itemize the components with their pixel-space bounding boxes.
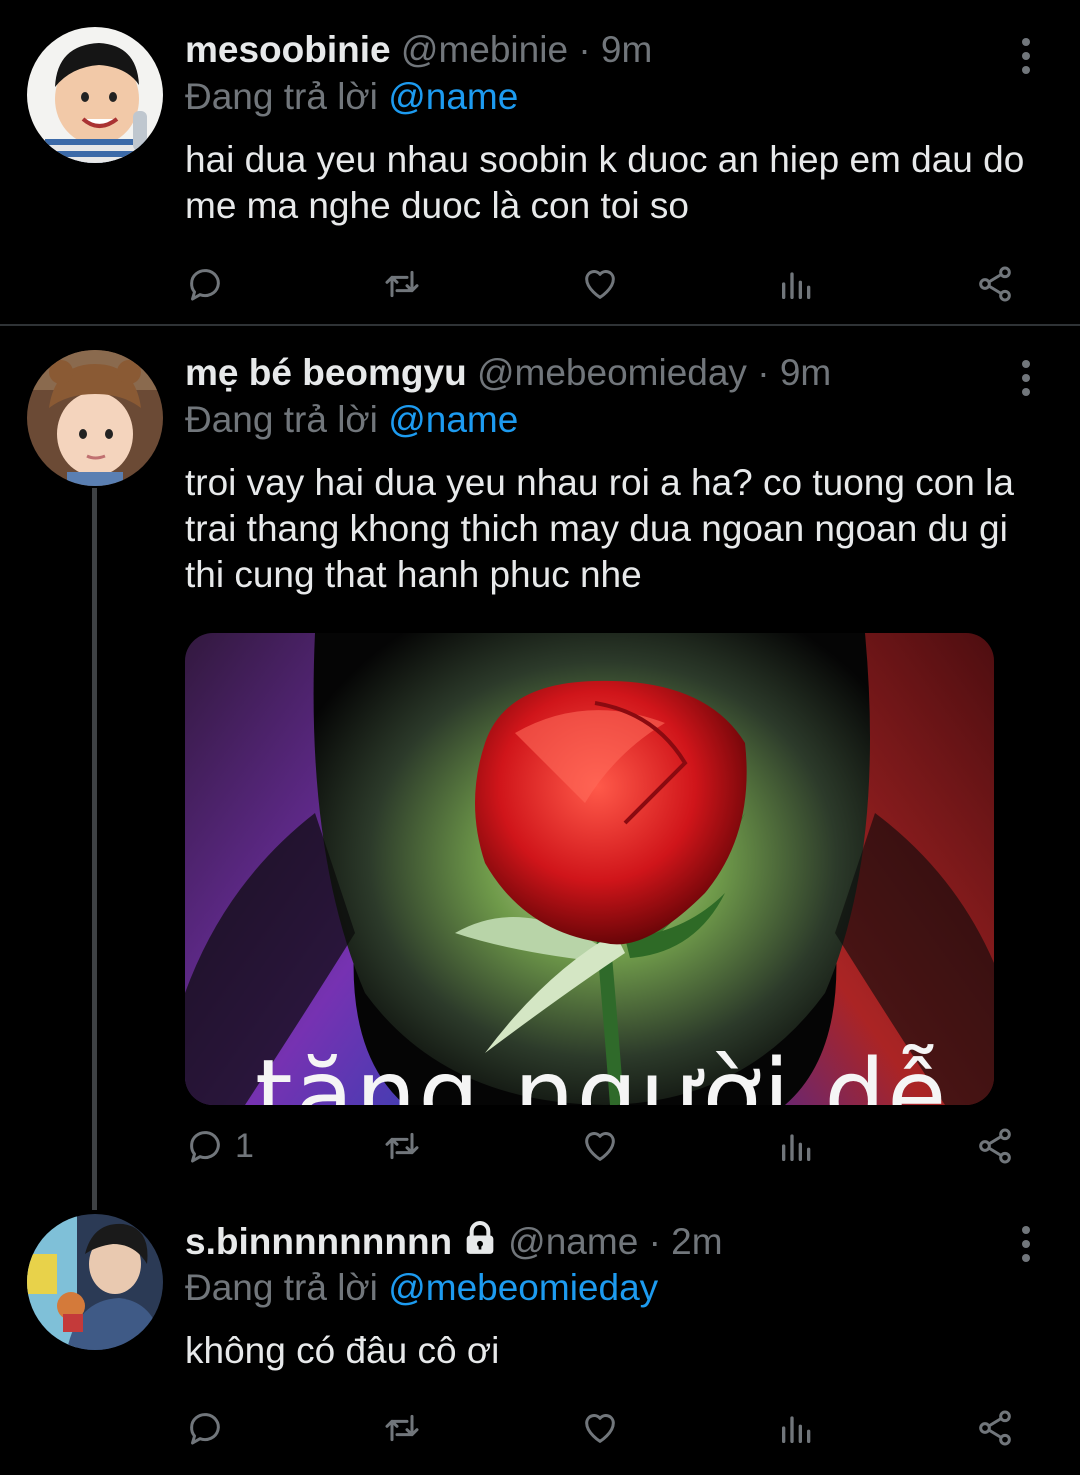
reply-button[interactable]: 1 xyxy=(185,1121,254,1171)
replying-to: Đang trả lời @name xyxy=(185,74,518,120)
heart-icon xyxy=(585,270,615,299)
avatar[interactable] xyxy=(27,350,163,486)
share-icon xyxy=(979,1128,1011,1164)
like-button[interactable] xyxy=(580,259,620,309)
retweet-button[interactable] xyxy=(382,1403,422,1453)
analytics-icon xyxy=(782,272,811,299)
reply-button[interactable] xyxy=(185,259,225,309)
analytics-icon xyxy=(782,1134,811,1161)
tweet-text: troi vay hai dua yeu nhau roi a ha? co t… xyxy=(185,462,1014,595)
tweet-image[interactable]: tặng người dễ xyxy=(185,633,994,1105)
action-bar xyxy=(185,259,1025,309)
retweet-button[interactable] xyxy=(382,1121,422,1171)
views-button[interactable] xyxy=(777,1121,817,1171)
action-bar xyxy=(185,1403,1025,1453)
heart-icon xyxy=(585,1414,615,1443)
timestamp[interactable]: 9m xyxy=(780,352,831,393)
separator: · xyxy=(648,1221,661,1262)
tweet-header: mesoobinie @mebinie · 9m xyxy=(185,27,652,73)
reply-icon xyxy=(190,1413,220,1445)
user-handle[interactable]: @name xyxy=(508,1221,638,1262)
more-icon[interactable] xyxy=(1022,38,1036,74)
avatar[interactable] xyxy=(27,27,163,163)
separator: · xyxy=(757,352,770,393)
views-button[interactable] xyxy=(777,1403,817,1453)
tweet-1[interactable]: mesoobinie @mebinie · 9m Đang trả lời @n… xyxy=(0,0,1080,326)
replying-to-label: Đang trả lời xyxy=(185,399,378,440)
views-button[interactable] xyxy=(777,259,817,309)
timestamp[interactable]: 2m xyxy=(671,1221,722,1262)
retweet-button[interactable] xyxy=(382,259,422,309)
reply-icon xyxy=(190,269,220,301)
display-name[interactable]: mesoobinie xyxy=(185,29,391,70)
like-button[interactable] xyxy=(580,1121,620,1171)
replying-to-label: Đang trả lời xyxy=(185,1267,378,1308)
display-name[interactable]: s.binnnnnnnnn xyxy=(185,1221,452,1262)
display-name[interactable]: mẹ bé beomgyu xyxy=(185,352,467,393)
reply-count: 1 xyxy=(235,1126,254,1165)
analytics-icon xyxy=(782,1416,811,1443)
share-button[interactable] xyxy=(975,1121,1015,1171)
separator: · xyxy=(578,29,591,70)
replying-to-label: Đang trả lời xyxy=(185,76,378,117)
share-button[interactable] xyxy=(975,259,1015,309)
mention-link[interactable]: @name xyxy=(388,399,518,440)
tweet-header: s.binnnnnnnnn @name · 2m xyxy=(185,1218,723,1265)
mention-link[interactable]: @name xyxy=(388,76,518,117)
heart-icon xyxy=(585,1132,615,1161)
tweet-text: không có đâu cô ơi xyxy=(185,1330,500,1371)
retweet-icon xyxy=(385,1414,419,1442)
avatar[interactable] xyxy=(27,1214,163,1350)
more-icon[interactable] xyxy=(1022,1226,1036,1262)
mention-link[interactable]: @mebeomieday xyxy=(388,1267,658,1308)
image-caption: tặng người dễ xyxy=(255,1039,949,1105)
reply-icon xyxy=(190,1131,220,1163)
timestamp[interactable]: 9m xyxy=(601,29,652,70)
share-icon xyxy=(979,266,1011,302)
tweet-header: mẹ bé beomgyu @mebeomieday · 9m xyxy=(185,350,831,396)
action-bar: 1 xyxy=(185,1121,1025,1171)
replying-to: Đang trả lời @mebeomieday xyxy=(185,1265,658,1311)
tweet-3[interactable]: s.binnnnnnnnn @name · 2m Đang trả lời @me… xyxy=(0,1196,1080,1475)
lock-icon xyxy=(466,1221,494,1254)
like-button[interactable] xyxy=(580,1403,620,1453)
replying-to: Đang trả lời @name xyxy=(185,397,518,443)
tweet-text: hai dua yeu nhau soobin k duoc an hiep e… xyxy=(185,139,1025,226)
user-handle[interactable]: @mebeomieday xyxy=(477,352,747,393)
share-icon xyxy=(979,1410,1011,1446)
more-icon[interactable] xyxy=(1022,360,1036,396)
user-handle[interactable]: @mebinie xyxy=(401,29,568,70)
retweet-icon xyxy=(385,270,419,298)
retweet-icon xyxy=(385,1132,419,1160)
reply-button[interactable] xyxy=(185,1403,225,1453)
share-button[interactable] xyxy=(975,1403,1015,1453)
